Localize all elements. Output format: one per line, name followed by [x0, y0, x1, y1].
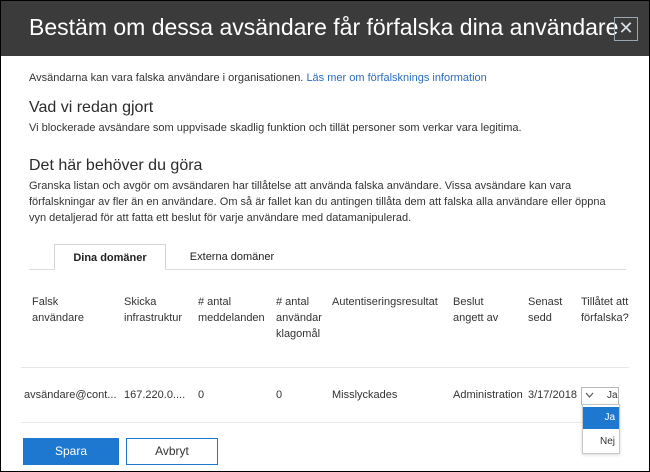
- column-header-spoofed-user[interactable]: Falsk användare: [32, 294, 112, 326]
- table-divider: [21, 367, 629, 368]
- intro-text-block: Avsändarna kan vara falska användare i o…: [29, 72, 487, 84]
- column-header-infrastructure[interactable]: Skicka infrastruktur: [124, 294, 194, 326]
- column-header-allowed[interactable]: Tillåtet att förfalska?: [581, 294, 631, 326]
- row-divider: [21, 422, 583, 423]
- todo-heading: Det här behöver du göra: [29, 157, 203, 174]
- cell-infrastructure: 167.220.0....: [124, 389, 186, 401]
- allow-spoofing-dropdown: Ja Nej: [582, 404, 620, 454]
- done-text: Vi blockerade avsändare som uppvisade sk…: [29, 122, 522, 134]
- panel-title: Bestäm om dessa avsändare får förfalska …: [29, 14, 619, 40]
- close-button[interactable]: ✕: [614, 17, 638, 41]
- cell-complaints: 0: [276, 389, 283, 401]
- panel-header: Bestäm om dessa avsändare får förfalska …: [1, 1, 649, 56]
- done-heading: Vad vi redan gjort: [29, 99, 154, 116]
- column-header-auth-result[interactable]: Autentiseringsresultat: [332, 294, 450, 310]
- column-header-decision-by[interactable]: Beslut angett av: [453, 294, 511, 326]
- column-header-messages[interactable]: # antal meddelanden: [198, 294, 270, 326]
- cancel-button[interactable]: Avbryt: [126, 438, 218, 465]
- cell-spoofed-user: avsändare@cont...: [24, 389, 117, 401]
- column-header-last-seen[interactable]: Senast sedd: [528, 294, 574, 326]
- intro-text: Avsändarna kan vara falska användare i o…: [29, 72, 304, 84]
- dropdown-option-no[interactable]: Nej: [583, 431, 619, 453]
- todo-text: Granska listan och avgör om avsändaren h…: [29, 180, 606, 224]
- spoof-decision-panel: Bestäm om dessa avsändare får förfalska …: [1, 1, 649, 471]
- dropdown-option-yes[interactable]: Ja: [583, 407, 619, 429]
- column-header-complaints[interactable]: # antal användar klagomål: [276, 294, 331, 342]
- tab-external-domains[interactable]: Externa domäner: [173, 244, 291, 270]
- learn-more-link[interactable]: Läs mer om förfalsknings information: [306, 72, 486, 84]
- tab-your-domains[interactable]: Dina domäner: [54, 244, 166, 270]
- chevron-down-icon: [585, 389, 594, 404]
- allow-spoofing-value: Ja: [607, 390, 618, 401]
- cell-decision-by: Administration: [453, 389, 523, 401]
- close-icon: ✕: [618, 18, 634, 38]
- cell-last-seen: 3/17/2018: [528, 389, 577, 401]
- cell-auth-result: Misslyckades: [332, 389, 398, 401]
- cell-messages: 0: [198, 389, 205, 401]
- save-button[interactable]: Spara: [23, 438, 119, 465]
- allow-spoofing-select[interactable]: Ja: [581, 387, 619, 405]
